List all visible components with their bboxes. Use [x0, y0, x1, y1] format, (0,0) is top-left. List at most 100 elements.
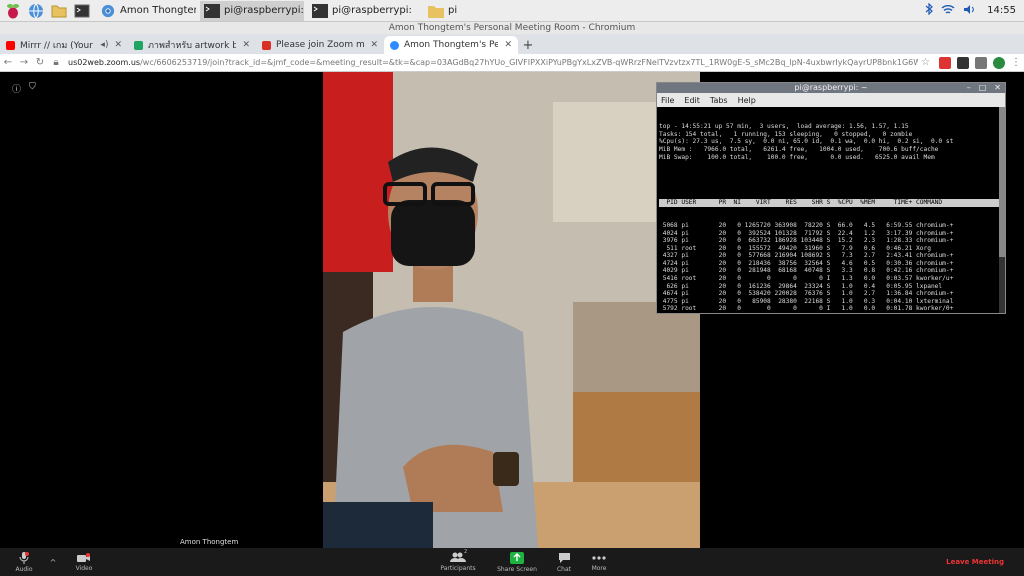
audio-button[interactable]: Audio [12, 548, 36, 576]
task-folder[interactable]: pi [424, 1, 484, 21]
url-host: us02web.zoom.us [68, 58, 141, 67]
terminal-icon [312, 3, 328, 18]
process-row: 5792 root 20 0 0 0 0 I 1.0 0.0 0:01.78 k… [659, 305, 954, 313]
drive-icon [134, 40, 143, 50]
terminal-output[interactable]: top - 14:55:21 up 57 min, 3 users, load … [657, 107, 1005, 313]
extension-icon[interactable] [957, 56, 969, 69]
system-taskbar: Amon Thongtem's Pe... pi@raspberrypi: ~ … [0, 0, 1024, 22]
info-icon[interactable]: ⓘ [12, 82, 21, 95]
terminal-scrollbar[interactable] [999, 107, 1005, 313]
zoom-toolbar: Audio ^ Video 2 Participants Share Scree… [0, 548, 1024, 576]
profile-avatar[interactable] [993, 56, 1005, 69]
chat-button[interactable]: Chat [554, 548, 574, 576]
process-row: 4724 pi 20 0 218436 38756 32564 S 4.6 0.… [659, 259, 954, 267]
shield-icon[interactable]: ⛉ [29, 82, 36, 95]
chevron-up-icon: ^ [49, 557, 57, 567]
video-frame [323, 72, 700, 548]
url-field[interactable]: us02web.zoom.us/wc/6606253719/join?track… [68, 58, 918, 67]
video-label: Video [75, 564, 93, 572]
tab-label: Amon Thongtem's Persona [404, 40, 499, 50]
terminal-window: pi@raspberrypi: ~ – □ ✕ File Edit Tabs H… [656, 82, 1006, 314]
speaker-icon[interactable]: ◂) [100, 40, 108, 50]
wifi-icon[interactable] [941, 4, 955, 18]
minimize-icon[interactable]: – [967, 83, 971, 93]
more-label: More [591, 564, 607, 572]
folder-icon [428, 5, 444, 18]
volume-icon[interactable] [963, 4, 975, 18]
reload-icon[interactable]: ↻ [32, 57, 48, 68]
process-row: 3976 pi 20 0 663732 186928 103448 S 15.2… [659, 237, 954, 245]
process-row: 626 pi 20 0 161236 29864 23324 S 1.0 0.4… [659, 282, 943, 290]
more-button[interactable]: More [588, 548, 610, 576]
process-table: 5068 pi 20 0 1265720 363908 78220 S 66.0… [659, 222, 1003, 313]
process-row: 511 root 20 0 155572 49420 31960 S 7.9 0… [659, 244, 931, 252]
menu-edit[interactable]: Edit [684, 96, 700, 105]
extension-icon[interactable] [939, 56, 951, 69]
new-tab-button[interactable]: + [518, 36, 538, 54]
zoom-icon [390, 40, 399, 50]
process-row: 4029 pi 20 0 281948 68168 40748 S 3.3 0.… [659, 267, 954, 275]
youtube-icon [6, 40, 15, 50]
tab-strip: Mirrr // เกม (Your rules ◂) ✕ ภาพสำหรับ … [0, 34, 1024, 54]
close-icon[interactable]: ✕ [370, 40, 378, 50]
task-label: pi@raspberrypi: ~ [224, 5, 304, 16]
terminal-title: pi@raspberrypi: ~ [794, 83, 868, 92]
audio-label: Audio [15, 565, 33, 573]
task-chromium[interactable]: Amon Thongtem's Pe... [96, 1, 196, 21]
terminal-launcher-icon[interactable] [72, 1, 92, 21]
url-path: /wc/6606253719/join?track_id=&jmf_code=&… [140, 58, 918, 67]
share-screen-icon [510, 551, 524, 564]
forward-icon[interactable]: → [16, 57, 32, 68]
maximize-icon[interactable]: □ [979, 83, 987, 93]
close-icon[interactable]: ✕ [242, 40, 250, 50]
window-title: Amon Thongtem's Personal Meeting Room - … [0, 22, 1024, 34]
top-summary-line: %Cpu(s): 27.3 us, 7.5 sy, 0.0 ni, 65.0 i… [659, 138, 954, 146]
share-label: Share Screen [497, 565, 537, 573]
menu-icon[interactable]: ⋮ [1008, 57, 1024, 68]
lock-icon[interactable]: 🔒︎ [48, 57, 64, 68]
task-terminal-2[interactable]: pi@raspberrypi: ~ [308, 1, 412, 21]
menu-help[interactable]: Help [738, 96, 756, 105]
file-manager-icon[interactable] [49, 1, 69, 21]
process-row: 5416 root 20 0 0 0 0 I 1.3 0.0 0:03.57 k… [659, 275, 954, 283]
task-terminal-1[interactable]: pi@raspberrypi: ~ [200, 0, 304, 21]
leave-meeting-button[interactable]: Leave Meeting [946, 558, 1004, 566]
gmail-icon [262, 40, 271, 50]
audio-options-button[interactable]: ^ [46, 548, 60, 576]
top-summary-line: Tasks: 154 total, 1 running, 153 sleepin… [659, 130, 913, 138]
close-icon[interactable]: ✕ [504, 40, 512, 50]
bluetooth-icon[interactable] [925, 2, 934, 18]
tab-drive[interactable]: ภาพสำหรับ artwork bigbang ✕ [128, 36, 256, 54]
raspberry-menu-icon[interactable] [3, 1, 23, 21]
address-bar: ← → ↻ 🔒︎ us02web.zoom.us/wc/6606253719/j… [0, 54, 1024, 72]
close-icon[interactable]: ✕ [994, 83, 1001, 93]
top-summary-line: MiB Swap: 100.0 total, 100.0 free, 0.0 u… [659, 153, 935, 161]
clock[interactable]: 14:55 [987, 5, 1016, 16]
chat-icon [558, 552, 570, 563]
task-label: pi@raspberrypi: ~ [332, 5, 412, 16]
participant-name-label: Amon Thongtem [180, 538, 239, 546]
tab-zoom[interactable]: Amon Thongtem's Persona ✕ [384, 36, 518, 54]
menu-tabs[interactable]: Tabs [710, 96, 728, 105]
participants-button[interactable]: 2 Participants [436, 548, 480, 576]
participant-video [323, 72, 700, 548]
scrollbar-thumb[interactable] [999, 107, 1005, 257]
process-table-header: PID USER PR NI VIRT RES SHR S %CPU %MEM … [659, 199, 1003, 207]
menu-file[interactable]: File [661, 96, 674, 105]
camera-icon [77, 552, 90, 562]
participants-label: Participants [440, 565, 476, 572]
process-row: 4024 pi 20 0 392524 101328 71792 S 22.4 … [659, 229, 954, 237]
tab-gmail[interactable]: Please join Zoom meeting ✕ [256, 36, 384, 54]
video-button[interactable]: Video [72, 548, 96, 576]
close-icon[interactable]: ✕ [114, 40, 122, 50]
web-browser-icon[interactable] [26, 1, 46, 21]
terminal-menubar: File Edit Tabs Help [657, 93, 1005, 107]
star-icon[interactable]: ☆ [921, 57, 933, 69]
share-screen-button[interactable]: Share Screen [496, 548, 538, 576]
extension-icon[interactable] [975, 56, 987, 69]
back-icon[interactable]: ← [0, 57, 16, 68]
microphone-icon [19, 551, 29, 564]
chromium-icon [101, 4, 115, 17]
tab-youtube[interactable]: Mirrr // เกม (Your rules ◂) ✕ [0, 36, 128, 54]
terminal-titlebar[interactable]: pi@raspberrypi: ~ – □ ✕ [657, 83, 1005, 93]
